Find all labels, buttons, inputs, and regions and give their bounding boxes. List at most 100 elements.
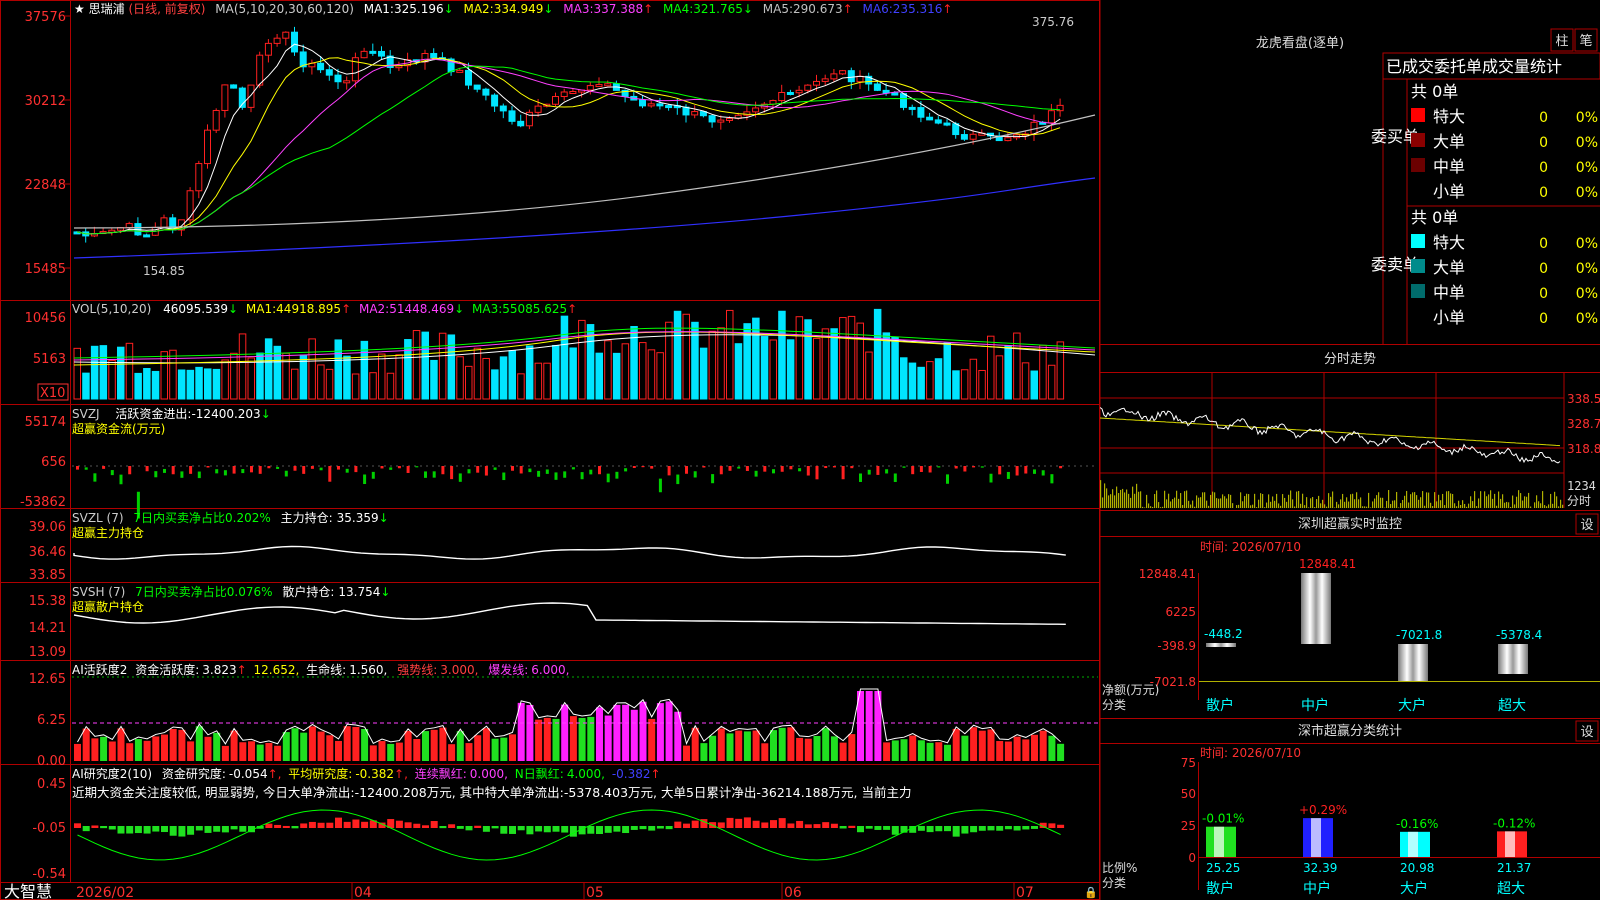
fs-vol-bar (1314, 507, 1316, 508)
candle (656, 103, 664, 107)
vol-bar (491, 369, 499, 400)
ai2-bar (613, 826, 621, 832)
svzj-bar (719, 466, 723, 475)
ai1-bar (221, 745, 229, 761)
fs-vol-bar (1470, 496, 1472, 508)
stats-bar-change: -0.16% (1396, 817, 1438, 831)
fs-vol-bar (1110, 494, 1112, 508)
lhb-tick-button-label[interactable]: 笔 (1579, 33, 1592, 49)
svg-text:13.09: 13.09 (29, 645, 66, 660)
vol-bar (99, 345, 108, 400)
ma-line (76, 57, 1061, 235)
ai2-bar (187, 826, 195, 835)
fs-vol-bar (1488, 494, 1490, 508)
ai1-bar (778, 727, 786, 761)
ai1-bar (204, 736, 212, 761)
stats-bars[interactable]: -0.01% 25.25 散户 +0.29% 32.39 中户 -0.16% 20.98 大户 -… (1202, 803, 1535, 897)
svzj-bar (615, 471, 619, 479)
ai2-bar (596, 826, 603, 835)
ai2-bar (178, 826, 186, 837)
monitor-settings-label[interactable]: 设 (1580, 518, 1593, 533)
ai1-bar (761, 743, 769, 761)
candle (639, 99, 646, 107)
svg-text:14.21: 14.21 (29, 621, 66, 636)
stats-settings-label[interactable]: 设 (1580, 725, 1593, 740)
svzl-y-axis: 39.06 36.46 33.85 (29, 520, 66, 583)
svzj-bar (102, 466, 106, 469)
stock-name[interactable]: 思瑞浦 (89, 2, 125, 16)
fs-vol-bar (1338, 504, 1340, 508)
stats-y-axis: 75 50 25 0 (1181, 756, 1196, 865)
fs-vol-bar (1250, 505, 1252, 508)
fs-vol-bar (1294, 506, 1296, 508)
main-chart-area[interactable]: ★ 思瑞浦 (日线, 前复权) MA(5,10,20,30,60,120) MA… (0, 0, 1100, 900)
fs-vol-bar (1486, 496, 1488, 508)
fs-vol-bar (1526, 496, 1528, 508)
lhb-row-name: 中单 (1433, 157, 1465, 176)
ai2-bar (552, 826, 560, 832)
stats-ylabel: 比例% (1102, 861, 1137, 875)
fs-vol-bar (1388, 490, 1390, 508)
kline-candles[interactable] (73, 26, 1064, 243)
fs-vol-bar (1284, 497, 1286, 508)
fs-vol-bar (1208, 505, 1210, 508)
fs-vol-bar (1304, 505, 1306, 508)
ai1-bar (961, 735, 969, 761)
vol-bar (882, 332, 891, 400)
fs-vol-bar (1372, 501, 1374, 508)
fs-vol-bar (1280, 505, 1282, 508)
lhb-tabs-label[interactable]: 已成交委托单成交量统计 (1386, 57, 1562, 76)
ai1-bar (987, 729, 995, 761)
fs-vol-bar (1420, 497, 1422, 508)
kline-mode[interactable]: (日线, 前复权) (128, 1, 205, 16)
vol-bar (195, 366, 203, 400)
fs-vol-bar (1534, 502, 1536, 508)
vol-bar (891, 336, 899, 400)
fs-vol-bar (1506, 501, 1508, 508)
fs-vol-bar (1130, 497, 1132, 508)
fs-vol-bar (1398, 507, 1400, 508)
lhb-color-swatch (1411, 259, 1425, 273)
vol-bar (465, 365, 473, 400)
lock-icon[interactable]: 🔒 (1084, 886, 1098, 899)
ai2-bar (630, 826, 638, 830)
svzj-bar (885, 469, 889, 474)
ai1-bars[interactable] (74, 691, 1065, 761)
ai2-bar (656, 826, 664, 829)
svzj-bar (963, 466, 967, 472)
svg-text:15.38: 15.38 (29, 594, 66, 609)
ma-line (76, 43, 1061, 235)
ai2-bar (134, 826, 142, 834)
svg-text:12848.41: 12848.41 (1139, 567, 1196, 581)
svg-text:10456: 10456 (25, 311, 66, 326)
svg-text:25: 25 (1181, 819, 1196, 833)
svzj-bar (763, 466, 767, 472)
vol-bar (378, 353, 386, 400)
fs-vol-bar (1396, 491, 1398, 508)
stats-bar-shine (1214, 826, 1224, 857)
svzj-bar (545, 469, 549, 474)
fs-vol-bar (1480, 491, 1482, 508)
vol-bar (291, 368, 299, 400)
monitor-bars[interactable]: -448.2 散户 12848.41 中户 -7021.8 大户 -5378.4 超大 (1204, 557, 1542, 714)
vol-bar (134, 372, 142, 400)
svg-text:36.46: 36.46 (29, 545, 66, 560)
fenshi-vol-tick: 1234 (1567, 479, 1596, 493)
ai2-bar (804, 824, 812, 828)
ai2-bar (361, 821, 369, 828)
svsh-subtitle: 超赢散户持仓 (72, 599, 144, 614)
fs-vol-bar (1214, 492, 1216, 508)
fs-vol-bar (1154, 494, 1156, 508)
vol-bar (273, 345, 282, 400)
candle (908, 106, 916, 110)
fs-vol-bar (1520, 493, 1522, 508)
ai2-bar (291, 826, 299, 829)
ai1-bar (100, 736, 108, 761)
fs-vol-bar (1178, 498, 1180, 508)
fs-vol-bar (1146, 494, 1148, 508)
svg-text:06: 06 (784, 885, 802, 900)
lhb-bar-button-label[interactable]: 柱 (1555, 34, 1568, 49)
fs-vol-bar (1184, 491, 1186, 508)
fs-vol-bar (1306, 497, 1308, 508)
vol-bars[interactable] (73, 308, 1065, 400)
